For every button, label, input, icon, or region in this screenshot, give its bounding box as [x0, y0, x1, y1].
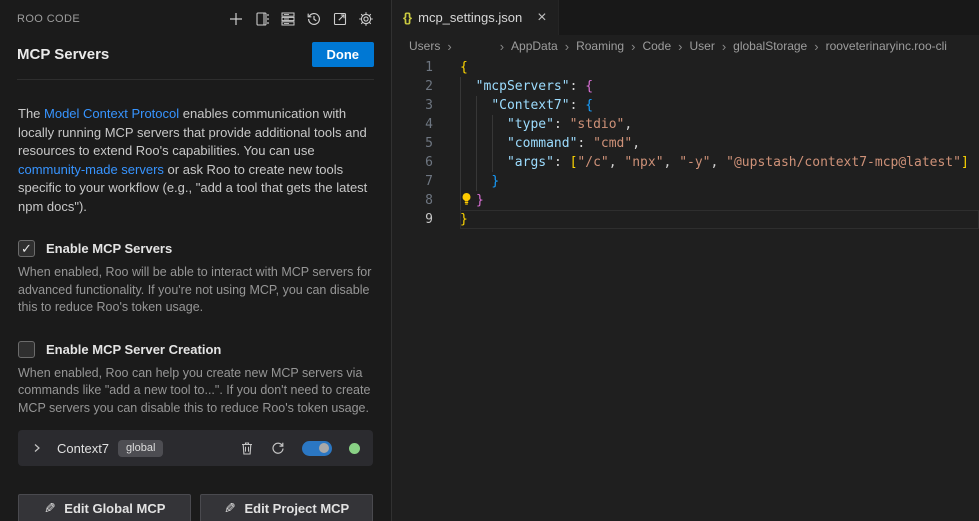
- close-tab-icon[interactable]: ×: [537, 10, 546, 26]
- line-number: 7: [392, 172, 460, 191]
- breadcrumb-item[interactable]: Users: [409, 39, 440, 53]
- expand-chevron-icon[interactable]: [31, 442, 43, 454]
- done-button[interactable]: Done: [312, 42, 375, 67]
- server-enabled-toggle[interactable]: [302, 441, 332, 456]
- prompts-notebook-icon[interactable]: [253, 11, 270, 28]
- code-line[interactable]: 7 }: [392, 172, 979, 191]
- breadcrumb-item[interactable]: AppData: [511, 39, 558, 53]
- line-content: "command": "cmd",: [460, 134, 979, 153]
- enable-mcp-creation-description: When enabled, Roo can help you create ne…: [18, 365, 373, 418]
- line-number: 2: [392, 77, 460, 96]
- mcp-server-row-context7: Context7 global: [18, 430, 373, 466]
- chevron-right-icon: ›: [722, 39, 726, 54]
- line-content: }: [460, 210, 979, 229]
- enable-mcp-creation-checkbox[interactable]: ✓: [18, 341, 35, 358]
- edit-global-mcp-label: Edit Global MCP: [64, 501, 165, 516]
- panel-toolbar: [227, 11, 374, 28]
- scope-badge: global: [118, 440, 163, 457]
- history-icon[interactable]: [305, 11, 322, 28]
- chevron-right-icon: ›: [565, 39, 569, 54]
- delete-server-trash-icon[interactable]: [240, 441, 254, 456]
- code-line[interactable]: 3 "Context7": {: [392, 96, 979, 115]
- line-number: 8: [392, 191, 460, 210]
- code-line[interactable]: 4 "type": "stdio",: [392, 115, 979, 134]
- roo-code-panel: ROO CODE: [0, 0, 392, 521]
- new-task-plus-icon[interactable]: [227, 11, 244, 28]
- line-number: 9: [392, 210, 460, 229]
- line-number: 3: [392, 96, 460, 115]
- line-number: 6: [392, 153, 460, 172]
- chevron-right-icon: ›: [447, 39, 451, 54]
- model-context-protocol-link[interactable]: Model Context Protocol: [44, 106, 179, 121]
- settings-gear-icon[interactable]: [357, 11, 374, 28]
- server-status-dot: [349, 443, 360, 454]
- breadcrumb: Users › › AppData › Roaming › Code › User › globalS…: [392, 35, 979, 57]
- breadcrumb-item[interactable]: rooveterinaryinc.roo-cli: [826, 39, 947, 53]
- code-line[interactable]: 5 "command": "cmd",: [392, 134, 979, 153]
- toggle-knob: [319, 443, 329, 453]
- breadcrumb-item[interactable]: Roaming: [576, 39, 624, 53]
- line-content: "args": ["/c", "npx", "-y", "@upstash/co…: [460, 153, 979, 172]
- editor-tab-bar: {} mcp_settings.json ×: [392, 0, 979, 35]
- restart-server-icon[interactable]: [271, 441, 285, 455]
- code-editor[interactable]: 1{2 "mcpServers": {3 "Context7": {4 "typ…: [392, 57, 979, 521]
- chevron-right-icon: ›: [814, 39, 818, 54]
- vscode-window: ROO CODE: [0, 0, 979, 521]
- line-number: 1: [392, 58, 460, 77]
- json-file-icon: {}: [403, 10, 411, 25]
- enable-mcp-servers-setting: ✓ Enable MCP Servers When enabled, Roo w…: [18, 240, 373, 317]
- edit-project-mcp-label: Edit Project MCP: [244, 501, 349, 516]
- enable-mcp-creation-label: Enable MCP Server Creation: [46, 342, 221, 357]
- line-number: 4: [392, 115, 460, 134]
- pencil-icon: ✎: [44, 500, 56, 517]
- line-content: {: [460, 58, 979, 77]
- indent-guide: [476, 96, 477, 191]
- code-line[interactable]: 6 "args": ["/c", "npx", "-y", "@upstash/…: [392, 153, 979, 172]
- enable-mcp-servers-description: When enabled, Roo will be able to intera…: [18, 264, 373, 317]
- pencil-icon: ✎: [224, 500, 236, 517]
- line-content: "Context7": {: [460, 96, 979, 115]
- breadcrumb-item[interactable]: globalStorage: [733, 39, 807, 53]
- breadcrumb-item[interactable]: User: [689, 39, 714, 53]
- enable-mcp-creation-setting: ✓ Enable MCP Server Creation When enable…: [18, 341, 373, 418]
- page-title: MCP Servers: [17, 46, 109, 63]
- line-number: 5: [392, 134, 460, 153]
- community-made-servers-link[interactable]: community-made servers: [18, 162, 164, 177]
- indent-guide: [460, 77, 461, 210]
- code-line[interactable]: 1{: [392, 58, 979, 77]
- code-line[interactable]: 2 "mcpServers": {: [392, 77, 979, 96]
- tab-title: mcp_settings.json: [418, 10, 522, 25]
- indent-guide: [492, 115, 493, 172]
- extension-title: ROO CODE: [17, 13, 80, 25]
- mcp-servers-icon[interactable]: [279, 11, 296, 28]
- open-in-editor-icon[interactable]: [331, 11, 348, 28]
- line-content: "type": "stdio",: [460, 115, 979, 134]
- editor-group: {} mcp_settings.json × Users › › AppData › Ro…: [392, 0, 979, 521]
- edit-project-mcp-button[interactable]: ✎ Edit Project MCP: [200, 494, 373, 521]
- line-content: }: [460, 191, 979, 210]
- line-content: }: [460, 172, 979, 191]
- line-content: "mcpServers": {: [460, 77, 979, 96]
- code-line[interactable]: 9}: [392, 210, 979, 229]
- tab-mcp-settings-json[interactable]: {} mcp_settings.json ×: [392, 0, 559, 35]
- enable-mcp-servers-checkbox[interactable]: ✓: [18, 240, 35, 257]
- enable-mcp-servers-label: Enable MCP Servers: [46, 241, 172, 256]
- intro-text: The: [18, 106, 44, 121]
- lightbulb-code-action-icon[interactable]: [460, 192, 474, 212]
- chevron-right-icon: ›: [678, 39, 682, 54]
- mcp-description-text: The Model Context Protocol enables commu…: [18, 105, 373, 216]
- server-name: Context7: [57, 441, 109, 456]
- chevron-right-icon: ›: [631, 39, 635, 54]
- edit-global-mcp-button[interactable]: ✎ Edit Global MCP: [18, 494, 191, 521]
- chevron-right-icon: ›: [500, 39, 504, 54]
- code-line[interactable]: 8}: [392, 191, 979, 210]
- breadcrumb-item[interactable]: Code: [642, 39, 671, 53]
